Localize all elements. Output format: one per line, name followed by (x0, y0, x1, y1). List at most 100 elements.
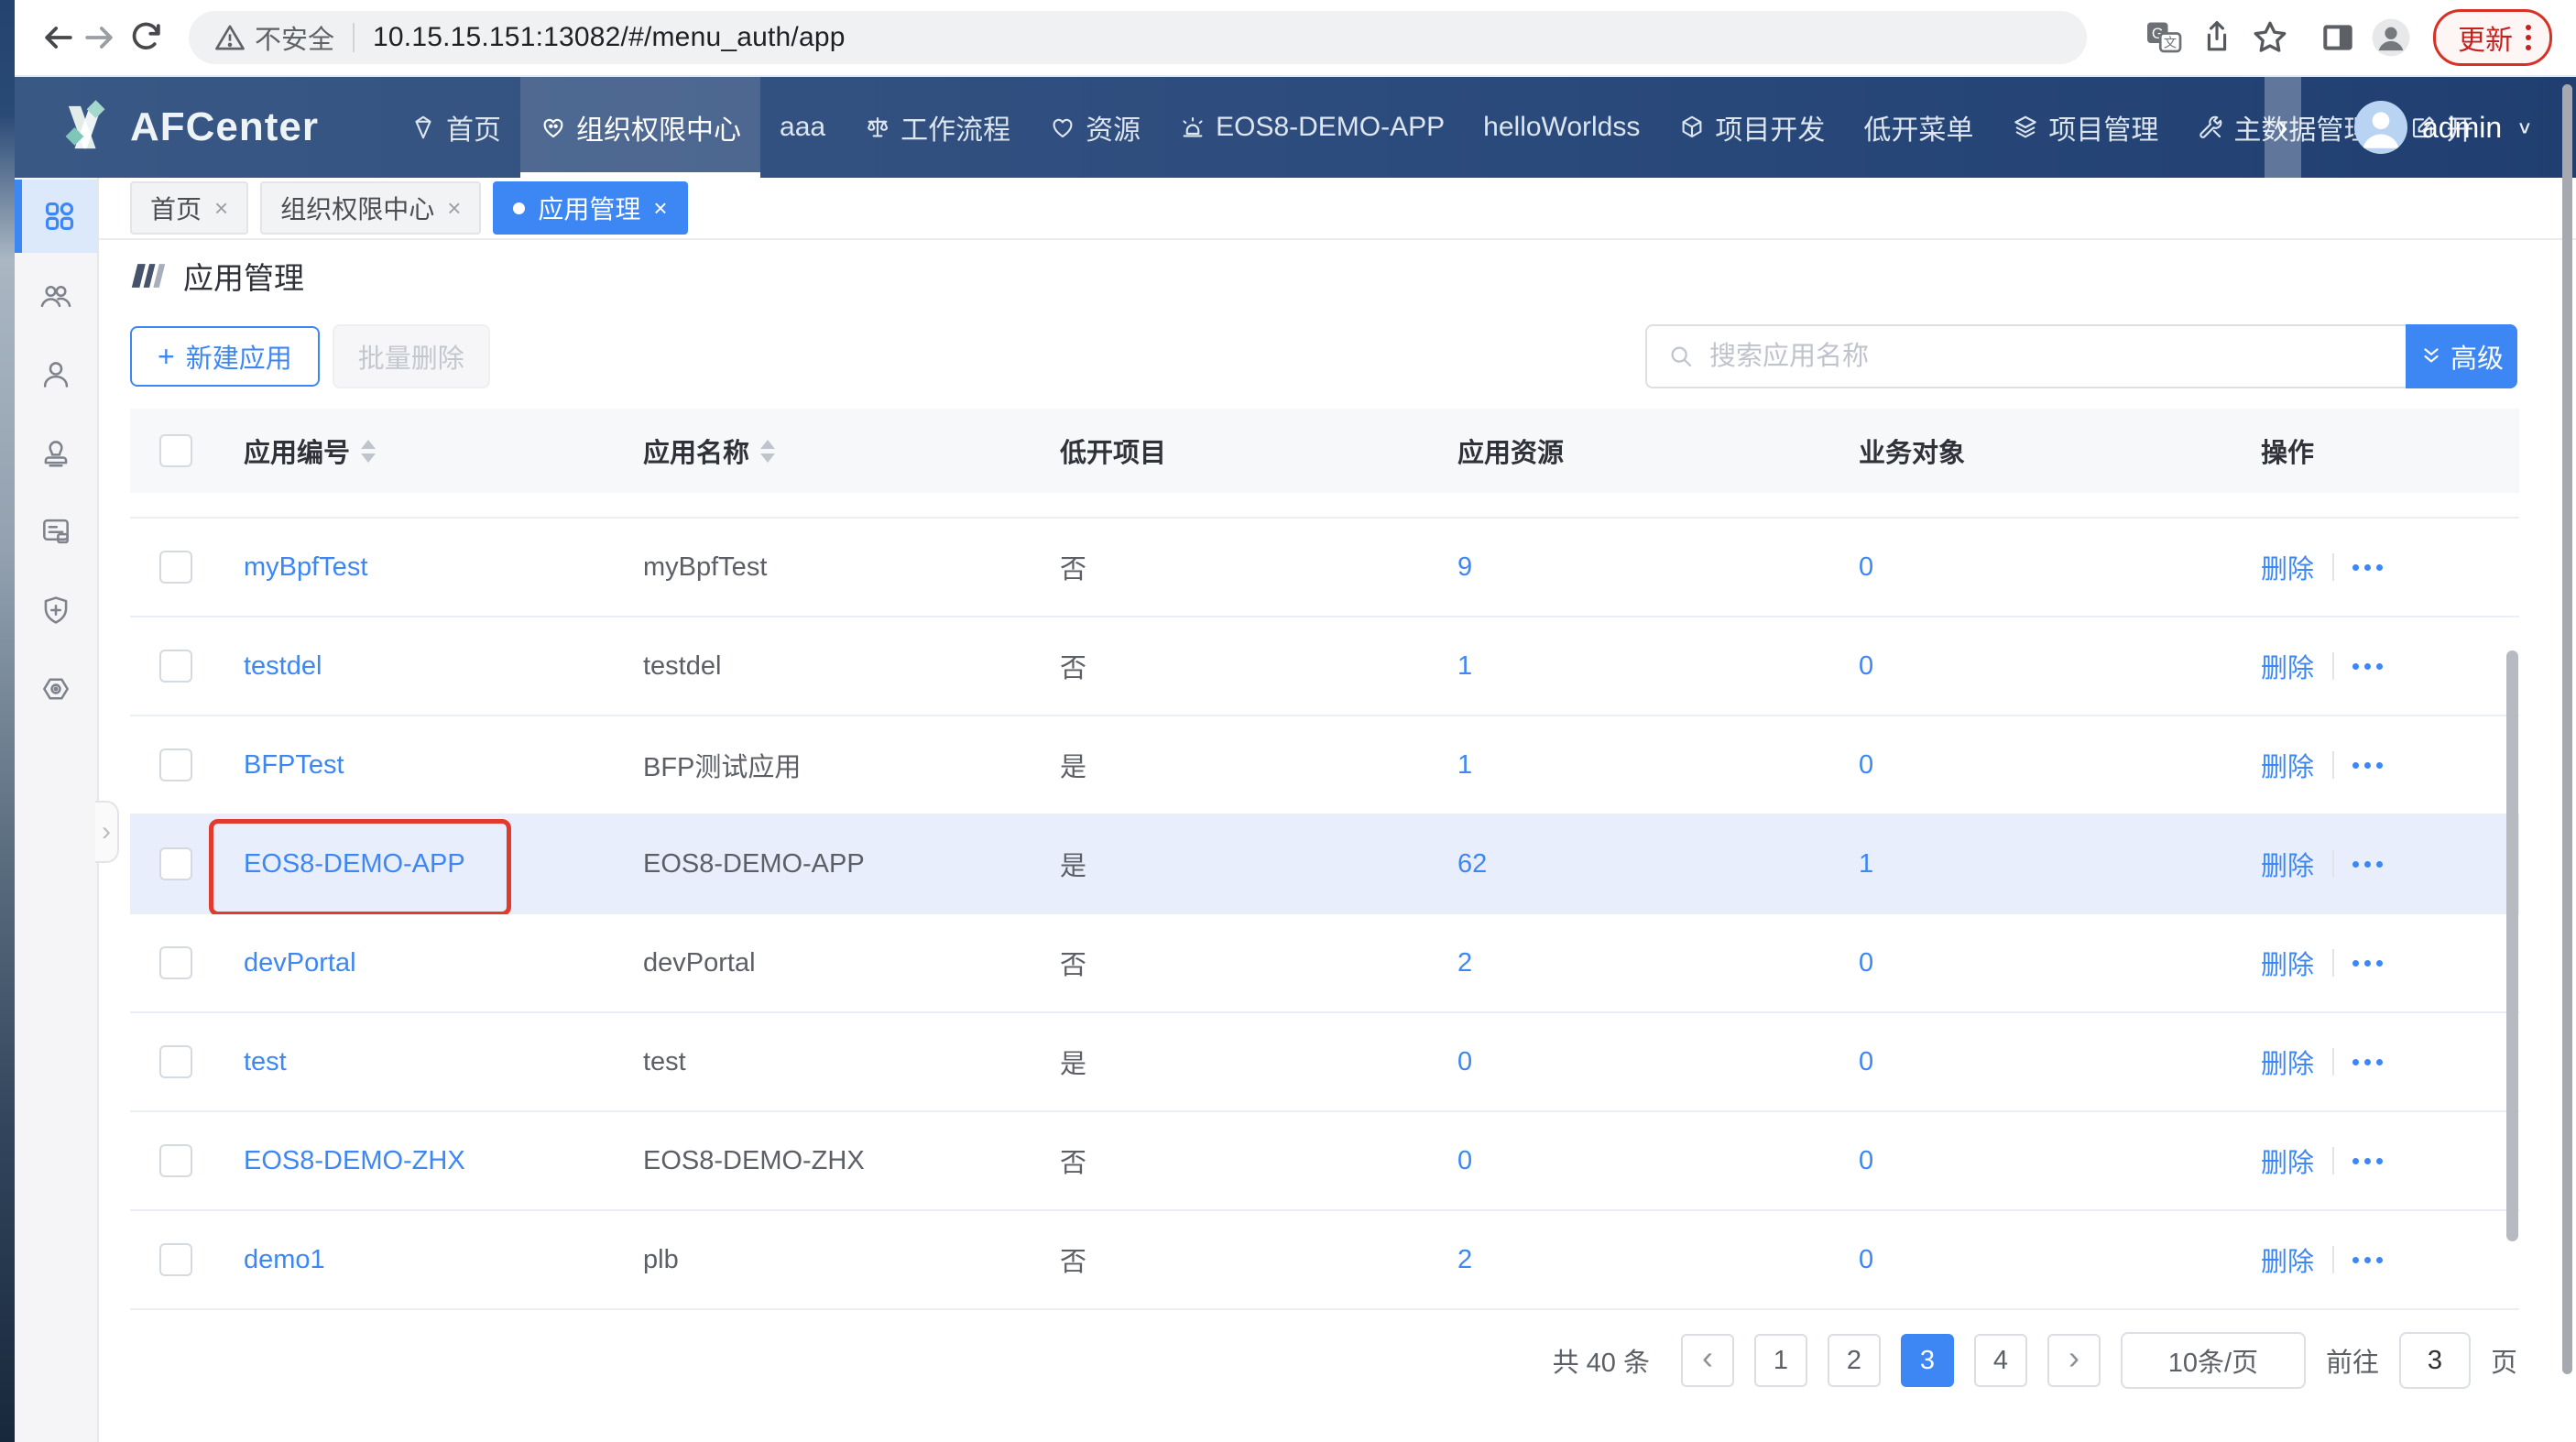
page-button-2[interactable]: 2 (1828, 1334, 1881, 1387)
share-icon[interactable] (2197, 17, 2237, 58)
row-checkbox[interactable] (159, 748, 192, 781)
objects-count-link[interactable]: 0 (1859, 1146, 1873, 1176)
resources-count-link[interactable]: 1 (1457, 651, 1472, 682)
new-app-button[interactable]: + 新建应用 (130, 326, 320, 387)
app-id-link[interactable]: EOS8-DEMO-ZHX (244, 1146, 465, 1176)
advanced-search-button[interactable]: 高级 (2406, 324, 2517, 388)
security-warning[interactable]: 不安全 (214, 18, 334, 57)
nav-item-resources[interactable]: 资源 (1030, 77, 1160, 178)
more-actions-icon[interactable] (2352, 1059, 2383, 1065)
objects-count-link[interactable]: 0 (1859, 948, 1873, 978)
side-panel-icon[interactable] (2318, 17, 2358, 58)
brand[interactable]: AFCenter (15, 97, 319, 158)
reload-icon[interactable] (126, 17, 167, 58)
goto-page-input[interactable] (2399, 1332, 2471, 1389)
delete-link[interactable]: 删除 (2261, 1240, 2314, 1279)
row-checkbox[interactable] (159, 650, 192, 683)
delete-link[interactable]: 删除 (2261, 944, 2314, 982)
select-all-checkbox[interactable] (159, 434, 192, 467)
more-actions-icon[interactable] (2352, 1257, 2383, 1263)
bookmark-star-icon[interactable] (2250, 17, 2290, 58)
nav-item-helloworldss[interactable]: helloWorldss (1464, 77, 1659, 178)
forward-icon[interactable] (79, 17, 119, 58)
translate-icon[interactable]: G文 (2144, 17, 2184, 58)
prev-page-button[interactable]: ‹ (1681, 1334, 1734, 1387)
sidebar-item-apps[interactable] (15, 180, 97, 253)
sidebar-item-org-group[interactable] (15, 258, 97, 332)
row-checkbox[interactable] (159, 946, 192, 979)
profile-icon[interactable] (2371, 17, 2411, 58)
close-icon[interactable]: × (653, 194, 667, 223)
app-id-link[interactable]: test (244, 1047, 287, 1077)
app-id-link[interactable]: testdel (244, 651, 322, 682)
nav-item-eos8-demo-app[interactable]: EOS8-DEMO-APP (1160, 77, 1464, 178)
chrome-update-button[interactable]: 更新 (2433, 9, 2552, 66)
app-id-link[interactable]: BFPTest (244, 750, 344, 781)
app-id-link[interactable]: devPortal (244, 948, 356, 978)
objects-count-link[interactable]: 0 (1859, 651, 1873, 682)
col-header-app-name[interactable]: 应用名称 (621, 432, 1038, 470)
app-id-link[interactable]: myBpfTest (244, 552, 367, 583)
more-actions-icon[interactable] (2352, 960, 2383, 967)
resources-count-link[interactable]: 2 (1457, 948, 1472, 978)
page-size-select[interactable]: 10条/页 (2121, 1332, 2306, 1389)
nav-item-project-dev[interactable]: 项目开发 (1659, 77, 1844, 178)
sidebar-item-contracts[interactable] (15, 495, 97, 568)
window-scrollbar[interactable] (2562, 84, 2572, 1374)
resources-count-link[interactable]: 62 (1457, 849, 1487, 879)
row-checkbox[interactable] (159, 1144, 192, 1177)
nav-item-home[interactable]: 首页 (390, 77, 520, 178)
delete-link[interactable]: 删除 (2261, 647, 2314, 685)
row-checkbox[interactable] (159, 1045, 192, 1078)
page-button-1[interactable]: 1 (1754, 1334, 1807, 1387)
nav-item-org-auth-center[interactable]: 组织权限中心 (520, 77, 760, 178)
more-actions-icon[interactable] (2352, 762, 2383, 769)
sidebar-item-shield-add[interactable] (15, 574, 97, 647)
nav-item-project-mgmt[interactable]: 项目管理 (1992, 77, 2178, 178)
batch-delete-button[interactable]: 批量删除 (333, 324, 490, 388)
sidebar-expand-handle[interactable]: › (95, 801, 119, 863)
row-checkbox[interactable] (159, 847, 192, 880)
app-id-link[interactable]: EOS8-DEMO-APP (244, 849, 465, 879)
more-actions-icon[interactable] (2352, 564, 2383, 571)
search-input[interactable] (1708, 341, 2385, 373)
resources-count-link[interactable]: 2 (1457, 1245, 1472, 1275)
back-icon[interactable] (38, 17, 79, 58)
delete-link[interactable]: 删除 (2261, 1142, 2314, 1180)
next-page-button[interactable]: › (2047, 1334, 2101, 1387)
close-icon[interactable]: × (214, 194, 228, 223)
nav-item-aaa[interactable]: aaa (760, 77, 845, 178)
search-box[interactable] (1645, 324, 2406, 388)
user-menu[interactable]: admin ∨ (2301, 77, 2576, 178)
nav-scroll-chevron[interactable]: › (2265, 77, 2301, 178)
sidebar-item-seal[interactable] (15, 416, 97, 489)
objects-count-link[interactable]: 0 (1859, 1245, 1873, 1275)
delete-link[interactable]: 删除 (2261, 746, 2314, 784)
nav-item-workflow[interactable]: 工作流程 (845, 77, 1030, 178)
resources-count-link[interactable]: 0 (1457, 1047, 1472, 1077)
sort-icon[interactable] (361, 440, 376, 463)
objects-count-link[interactable]: 1 (1859, 849, 1873, 879)
more-actions-icon[interactable] (2352, 1158, 2383, 1164)
address-bar[interactable]: 不安全 10.15.15.151:13082/#/menu_auth/app (189, 11, 2087, 64)
menu-dots-icon[interactable] (2526, 25, 2531, 50)
url-text[interactable]: 10.15.15.151:13082/#/menu_auth/app (373, 22, 846, 53)
row-checkbox[interactable] (159, 551, 192, 584)
resources-count-link[interactable]: 0 (1457, 1146, 1472, 1176)
page-button-3-active[interactable]: 3 (1901, 1334, 1954, 1387)
page-button-4[interactable]: 4 (1974, 1334, 2027, 1387)
sidebar-item-monitor[interactable] (15, 652, 97, 726)
sidebar-item-users[interactable] (15, 337, 97, 410)
delete-link[interactable]: 删除 (2261, 845, 2314, 883)
more-actions-icon[interactable] (2352, 663, 2383, 670)
app-id-link[interactable]: demo1 (244, 1245, 325, 1275)
sort-icon[interactable] (760, 440, 775, 463)
objects-count-link[interactable]: 0 (1859, 552, 1873, 583)
resources-count-link[interactable]: 9 (1457, 552, 1472, 583)
delete-link[interactable]: 删除 (2261, 1043, 2314, 1081)
objects-count-link[interactable]: 0 (1859, 1047, 1873, 1077)
resources-count-link[interactable]: 1 (1457, 750, 1472, 781)
tab-home[interactable]: 首页 × (130, 181, 248, 235)
close-icon[interactable]: × (447, 194, 461, 223)
row-checkbox[interactable] (159, 1243, 192, 1276)
